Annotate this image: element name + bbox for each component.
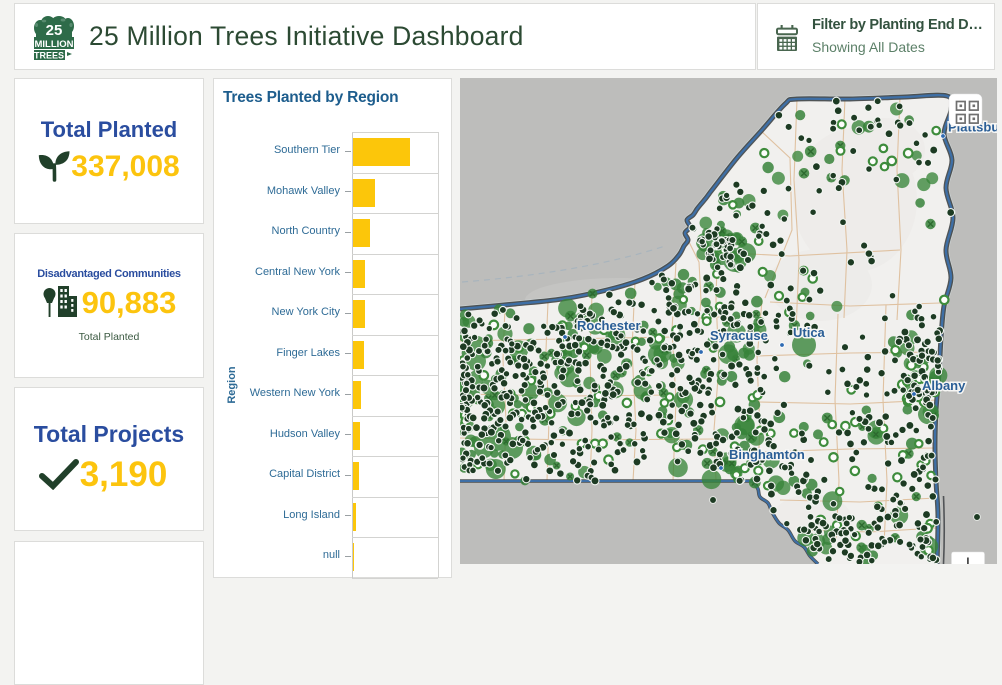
svg-text:Albany: Albany: [922, 378, 966, 393]
svg-text:Utica: Utica: [793, 325, 826, 340]
svg-text:Rochester: Rochester: [577, 318, 641, 333]
svg-text:MILLION: MILLION: [34, 39, 73, 50]
svg-text:25: 25: [46, 22, 63, 39]
svg-text:TREES: TREES: [34, 51, 64, 61]
svg-text:Syracuse: Syracuse: [710, 328, 768, 343]
svg-text:Binghamton: Binghamton: [729, 447, 805, 462]
